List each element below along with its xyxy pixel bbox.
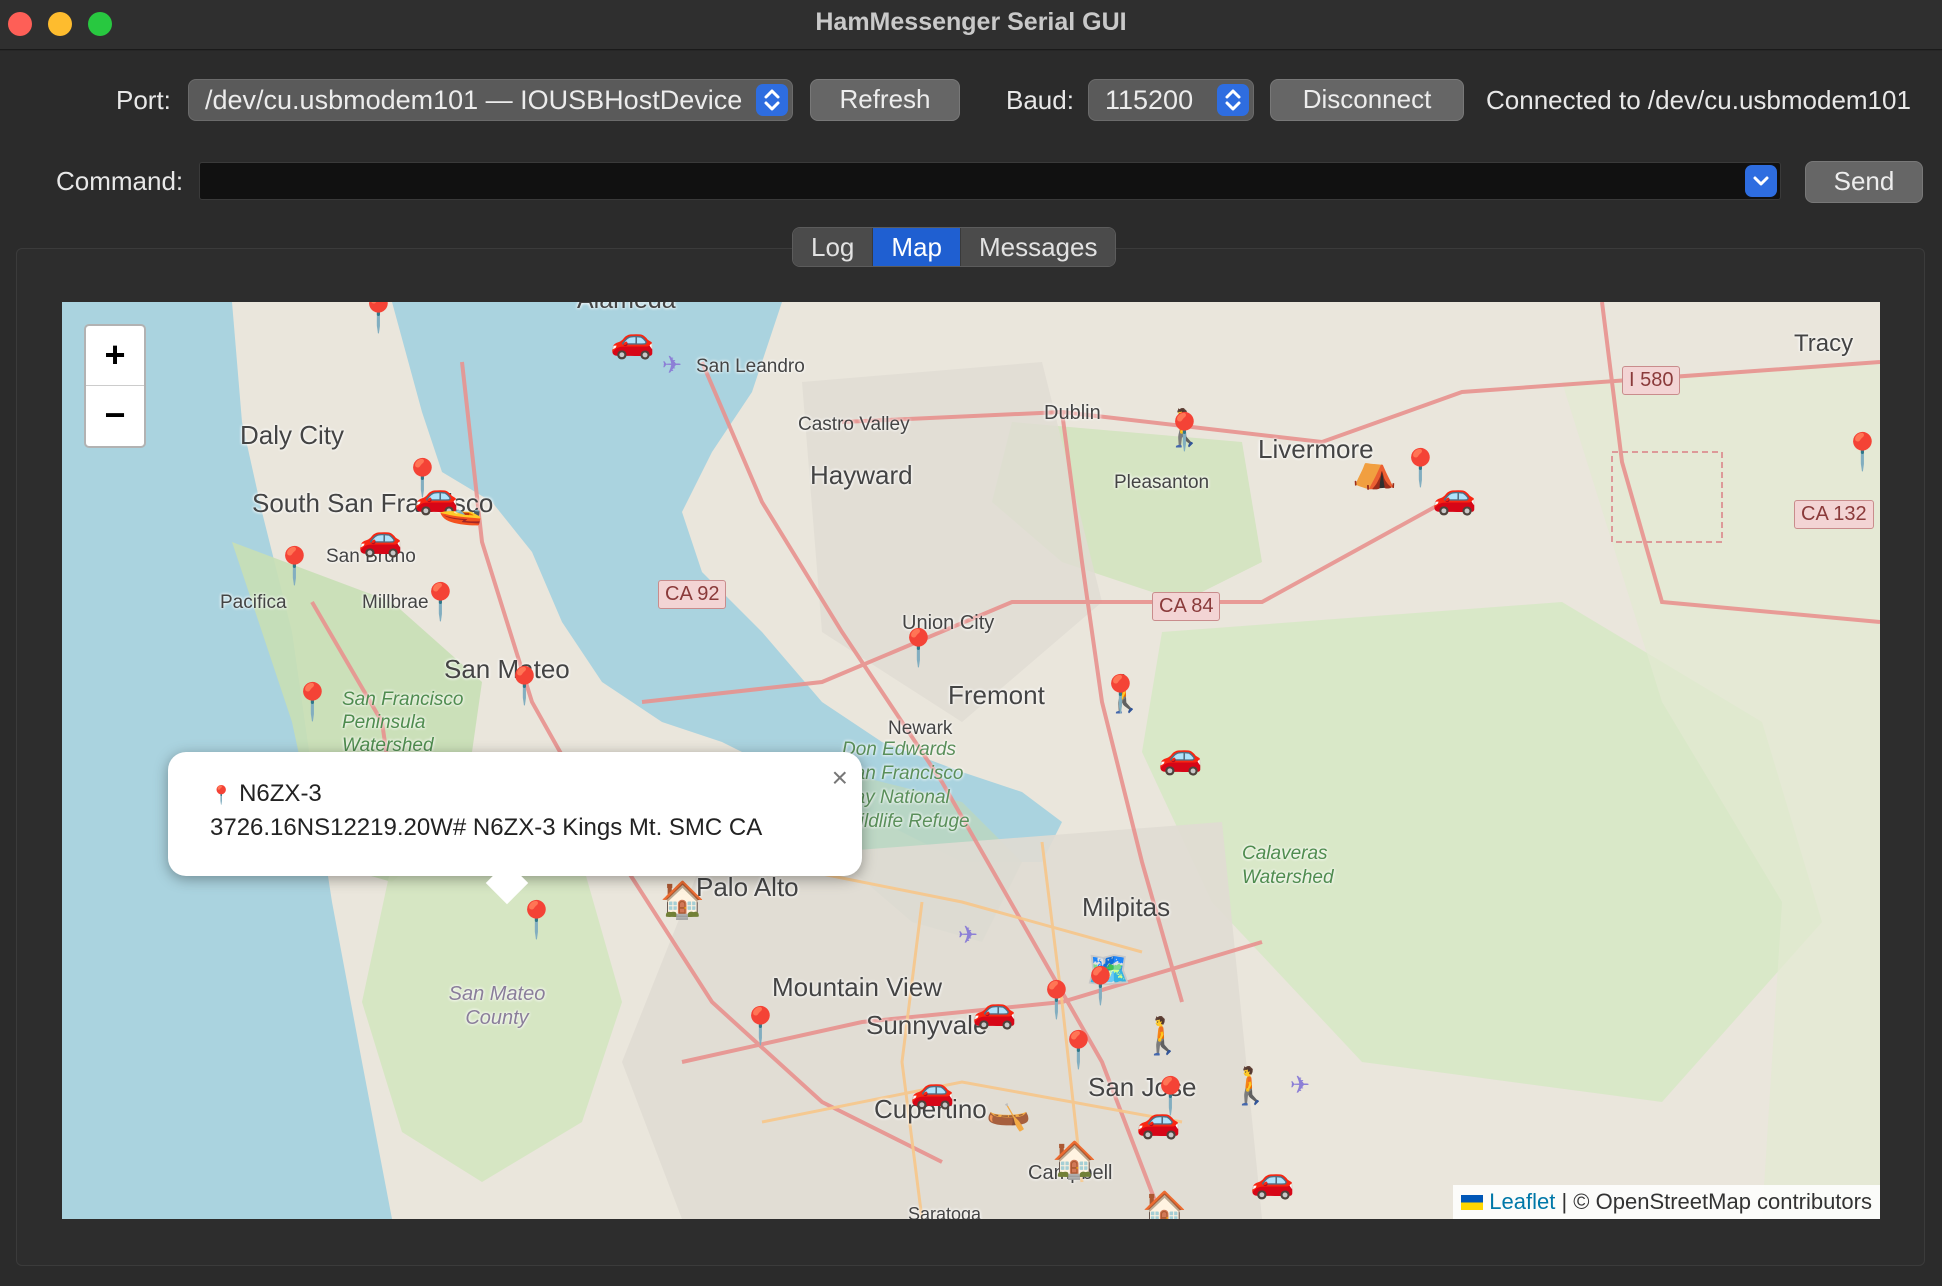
place-label: Mountain View <box>772 972 943 1002</box>
place-label: Pacifica <box>220 592 287 613</box>
refresh-button[interactable]: Refresh <box>810 79 960 121</box>
popup-title: 📍 N6ZX-3 <box>210 780 322 808</box>
popup-close-button[interactable]: × <box>832 762 848 794</box>
walker-marker[interactable]: 🚶 <box>1140 1018 1185 1054</box>
place-label: Fremont <box>948 680 1045 710</box>
zoom-in-button[interactable]: + <box>86 326 144 386</box>
baud-select[interactable]: 115200 <box>1088 79 1254 121</box>
pin-marker[interactable]: 📍 <box>418 584 463 620</box>
leaflet-link[interactable]: Leaflet <box>1489 1189 1555 1214</box>
baud-label: Baud: <box>1006 85 1074 115</box>
boat-marker[interactable]: 🚤 <box>438 488 483 524</box>
pin-marker[interactable]: 📍 <box>896 630 941 666</box>
car-marker[interactable]: 🚗 <box>358 520 403 556</box>
pin-marker[interactable]: 📍 <box>1056 1032 1101 1068</box>
pin-marker[interactable]: 📍 <box>1034 982 1079 1018</box>
car-marker[interactable]: 🚗 <box>610 322 655 358</box>
car-marker[interactable]: 🚗 <box>910 1072 955 1108</box>
port-label: Port: <box>116 85 171 115</box>
zoom-control: + − <box>84 324 146 448</box>
zoom-out-button[interactable]: − <box>86 386 144 446</box>
place-label: San Leandro <box>696 356 805 377</box>
tab-bar: Log Map Messages <box>792 227 1117 267</box>
plane-icon: ✈ <box>662 352 683 379</box>
highway-shield: I 580 <box>1622 366 1681 395</box>
canoe-marker[interactable]: 🛶 <box>986 1094 1031 1130</box>
walker-marker[interactable]: 🚶 <box>1228 1068 1273 1104</box>
highway-shield: CA 132 <box>1794 500 1874 529</box>
command-history-dropdown[interactable] <box>1745 165 1777 197</box>
disconnect-button[interactable]: Disconnect <box>1270 79 1464 121</box>
car-marker[interactable]: 🚗 <box>972 992 1017 1028</box>
pin-marker[interactable]: 📍 <box>290 684 335 720</box>
place-label: Sunnyvale <box>866 1010 988 1040</box>
place-label: Dublin <box>1044 402 1101 424</box>
updown-chevron-icon <box>1217 84 1249 116</box>
place-label: Daly City <box>240 420 345 450</box>
county-label: San Mateo County <box>448 983 546 1029</box>
place-label: Newark <box>888 718 953 739</box>
baud-select-value: 115200 <box>1105 85 1194 115</box>
pin-marker[interactable]: 📍 <box>356 302 401 332</box>
command-input[interactable] <box>199 162 1781 200</box>
tab-log[interactable]: Log <box>793 228 874 266</box>
pin-marker[interactable]: 📍 <box>514 902 559 938</box>
place-label: Palo Alto <box>696 872 799 902</box>
tab-messages[interactable]: Messages <box>960 228 1116 266</box>
place-label: Castro Valley <box>798 414 910 435</box>
place-label: Tracy <box>1794 330 1854 357</box>
pin-marker[interactable]: 📍 <box>1162 414 1207 450</box>
place-label: Pleasanton <box>1114 472 1210 493</box>
house-marker[interactable]: 🏠 <box>1052 1142 1097 1178</box>
pin-marker[interactable]: 📍 <box>1098 676 1143 712</box>
popup-callsign: N6ZX-3 <box>239 780 322 807</box>
park-label: San Francisco Peninsula Watershed <box>342 689 464 756</box>
popup-body: 3726.16NS12219.20W# N6ZX-3 Kings Mt. SMC… <box>210 814 763 841</box>
pin-marker[interactable]: 📍 <box>502 668 547 704</box>
tab-map[interactable]: Map <box>873 228 961 266</box>
map-attribution: Leaflet | © OpenStreetMap contributors <box>1453 1185 1880 1219</box>
highway-shield: CA 84 <box>1152 592 1221 621</box>
park-label: Don Edwards San Francisco Bay National W… <box>842 739 970 832</box>
pin-icon: 📍 <box>210 785 233 805</box>
connection-status: Connected to /dev/cu.usbmodem101 <box>1486 85 1911 115</box>
place-label: Saratoga <box>908 1204 982 1219</box>
car-marker[interactable]: 🚗 <box>1136 1102 1181 1138</box>
pin-marker[interactable]: 📍 <box>1078 968 1123 1004</box>
place-label: Hayward <box>810 460 913 490</box>
place-label: Milpitas <box>1082 892 1171 922</box>
car-marker[interactable]: 🚗 <box>1432 478 1477 514</box>
chevron-down-icon <box>1753 176 1769 186</box>
car-marker[interactable]: 🚗 <box>1250 1162 1295 1198</box>
title-bar: HamMessenger Serial GUI <box>0 0 1942 50</box>
tent-marker[interactable]: ⛺ <box>1352 452 1397 488</box>
attribution-text: | © OpenStreetMap contributors <box>1555 1189 1872 1214</box>
map-view[interactable]: Alameda San Leandro Daly City Castro Val… <box>62 302 1880 1219</box>
port-select-value: /dev/cu.usbmodem101 — IOUSBHostDevice <box>205 85 743 115</box>
house-marker[interactable]: 🏠 <box>660 882 705 918</box>
highway-shield: CA 92 <box>658 580 727 609</box>
marker-popup: × 📍 N6ZX-3 3726.16NS12219.20W# N6ZX-3 Ki… <box>168 752 862 905</box>
window-title: HamMessenger Serial GUI <box>815 8 1127 36</box>
pin-marker[interactable]: 📍 <box>1840 434 1880 470</box>
command-label: Command: <box>56 166 184 196</box>
place-label: Alameda <box>577 302 676 315</box>
ukraine-flag-icon <box>1461 1195 1484 1210</box>
port-select[interactable]: /dev/cu.usbmodem101 — IOUSBHostDevice <box>188 79 793 121</box>
plane-icon: ✈ <box>958 922 979 949</box>
plane-icon: ✈ <box>1290 1072 1311 1099</box>
send-button[interactable]: Send <box>1805 161 1923 203</box>
house-marker[interactable]: 🏠 <box>1142 1192 1187 1220</box>
pin-marker[interactable]: 📍 <box>738 1008 783 1044</box>
updown-chevron-icon <box>756 84 788 116</box>
car-marker[interactable]: 🚗 <box>1158 738 1203 774</box>
pin-marker[interactable]: 📍 <box>272 548 317 584</box>
park-label: Calaveras Watershed <box>1242 843 1334 888</box>
